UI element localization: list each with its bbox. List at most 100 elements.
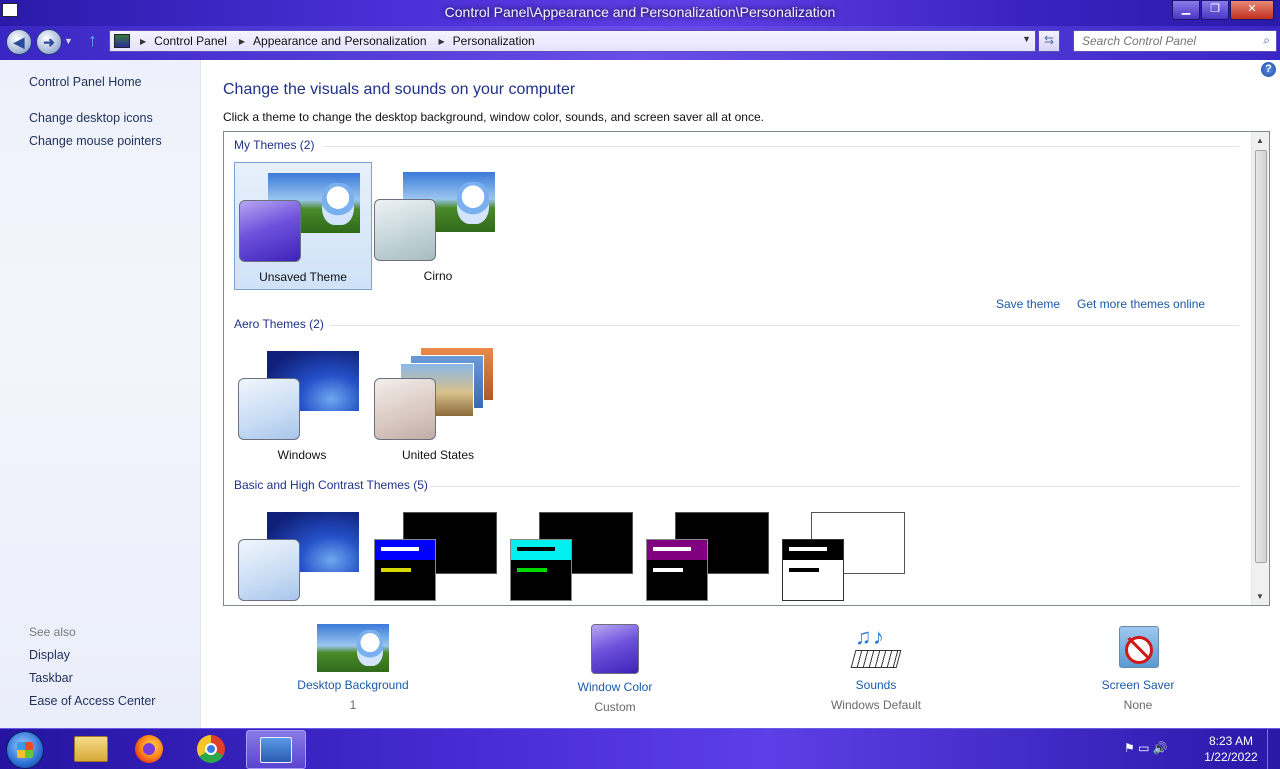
taskbar-explorer[interactable]: [62, 730, 120, 767]
desktop-background-value: 1: [349, 698, 357, 712]
theme-windows-basic[interactable]: [234, 502, 370, 605]
control-panel-home-link[interactable]: Control Panel Home: [29, 75, 142, 89]
scroll-down-icon[interactable]: ▼: [1256, 592, 1264, 601]
desktop-background-icon: [317, 624, 389, 672]
window-color-swatch: [238, 539, 300, 601]
back-button[interactable]: ◀: [6, 29, 32, 55]
theme-windows[interactable]: Windows: [234, 341, 370, 467]
taskbar-link[interactable]: Taskbar: [29, 671, 73, 685]
window-color-swatch: [782, 539, 844, 601]
theme-high-contrast-black[interactable]: [642, 502, 778, 605]
taskbar-control-panel[interactable]: [246, 730, 306, 769]
window-color-swatch: [238, 378, 300, 440]
window-color-icon: [591, 624, 639, 674]
breadcrumb-personalization[interactable]: Personalization: [453, 34, 535, 48]
search-input[interactable]: [1080, 31, 1254, 51]
taskbar-chrome[interactable]: [184, 730, 242, 767]
screen-saver-item[interactable]: Screen Saver None: [1038, 624, 1238, 712]
desktop-background-item[interactable]: Desktop Background 1: [253, 624, 453, 712]
notification-tray[interactable]: ⚑ ▭ 🔊: [1124, 741, 1168, 755]
window-color-swatch: [374, 378, 436, 440]
theme-name: Unsaved Theme: [259, 270, 347, 284]
sounds-link[interactable]: Sounds: [776, 678, 976, 692]
display-link[interactable]: Display: [29, 648, 70, 662]
search-icon[interactable]: ⌕: [1263, 33, 1270, 48]
help-icon[interactable]: ?: [1261, 62, 1276, 77]
window-controls: ▁ ❐ ✕: [1171, 0, 1274, 20]
theme-united-states[interactable]: United States: [370, 341, 506, 467]
sounds-item[interactable]: ♫ ♪ Sounds Windows Default: [776, 624, 976, 712]
window-color-swatch: [646, 539, 708, 601]
show-desktop-button[interactable]: [1267, 729, 1280, 769]
theme-unsaved[interactable]: Unsaved Theme: [234, 162, 372, 290]
theme-cirno[interactable]: Cirno: [370, 162, 506, 288]
theme-name: Windows: [277, 448, 327, 462]
save-theme-link[interactable]: Save theme: [996, 297, 1060, 311]
minimize-button[interactable]: ▁: [1172, 0, 1200, 20]
screen-saver-link[interactable]: Screen Saver: [1038, 678, 1238, 692]
scroll-thumb[interactable]: [1255, 150, 1267, 563]
window-color-link[interactable]: Window Color: [515, 680, 715, 694]
clock[interactable]: 8:23 AM 1/22/2022: [1196, 733, 1266, 765]
theme-name: United States: [401, 448, 475, 462]
breadcrumb-separator-icon[interactable]: ▶: [140, 37, 146, 46]
aero-themes-heading: Aero Themes (2): [234, 317, 324, 331]
breadcrumb-control-panel[interactable]: Control Panel: [154, 34, 227, 48]
screen-saver-icon: [1115, 624, 1161, 672]
clock-date: 1/22/2022: [1204, 750, 1258, 764]
windows-logo-icon: [17, 742, 33, 758]
see-also-heading: See also: [29, 625, 76, 639]
section-divider: [324, 146, 1239, 147]
recent-pages-dropdown[interactable]: ▼: [64, 36, 73, 46]
taskbar-firefox[interactable]: [122, 730, 180, 767]
theme-list[interactable]: My Themes (2) Unsaved Theme Cirno Save t…: [223, 131, 1270, 606]
get-more-themes-link[interactable]: Get more themes online: [1077, 297, 1205, 311]
firefox-icon: [135, 735, 163, 763]
window-color-value: Custom: [594, 700, 636, 714]
chrome-icon: [197, 735, 225, 763]
desktop-background-link[interactable]: Desktop Background: [253, 678, 453, 692]
page-subtitle: Click a theme to change the desktop back…: [223, 110, 764, 124]
clock-time: 8:23 AM: [1208, 734, 1254, 748]
control-panel-icon: [260, 737, 292, 763]
my-themes-heading: My Themes (2): [234, 138, 315, 152]
window-color-swatch: [374, 199, 436, 261]
change-desktop-icons-link[interactable]: Change desktop icons: [29, 111, 153, 125]
ease-of-access-link[interactable]: Ease of Access Center: [29, 694, 155, 708]
page-title: Change the visuals and sounds on your co…: [223, 81, 576, 98]
refresh-button[interactable]: ⇆: [1038, 30, 1060, 52]
breadcrumb-separator-icon[interactable]: ▶: [439, 37, 445, 46]
address-bar[interactable]: ▶ Control Panel ▶ Appearance and Persona…: [109, 30, 1036, 52]
theme-high-contrast-2[interactable]: [506, 502, 642, 605]
search-box[interactable]: ⌕: [1073, 30, 1277, 52]
folder-icon: [74, 736, 108, 762]
control-panel-icon: [114, 34, 130, 48]
window-color-swatch: [239, 200, 301, 262]
window-title: Control Panel\Appearance and Personaliza…: [444, 4, 836, 20]
sounds-icon: ♫ ♪: [850, 624, 902, 672]
section-divider: [430, 486, 1239, 487]
theme-high-contrast-white[interactable]: [778, 502, 914, 605]
window-color-item[interactable]: Window Color Custom: [515, 624, 715, 714]
breadcrumb-appearance[interactable]: Appearance and Personalization: [253, 34, 426, 48]
theme-list-scrollbar[interactable]: ▲ ▼: [1251, 132, 1269, 605]
navigation-bar: ◀ ➜ ▼ ↑ ▶ Control Panel ▶ Appearance and…: [0, 26, 1280, 60]
theme-name: Cirno: [423, 269, 453, 283]
forward-button[interactable]: ➜: [36, 29, 62, 55]
title-bar: Control Panel\Appearance and Personaliza…: [0, 0, 1280, 26]
sounds-value: Windows Default: [830, 698, 922, 712]
taskbar: ⚑ ▭ 🔊 8:23 AM 1/22/2022: [0, 728, 1280, 769]
start-button[interactable]: [6, 731, 44, 769]
scroll-up-icon[interactable]: ▲: [1256, 136, 1264, 145]
maximize-button[interactable]: ❐: [1201, 0, 1229, 20]
screen-saver-value: None: [1123, 698, 1153, 712]
up-arrow-icon[interactable]: ↑: [88, 30, 97, 51]
address-dropdown-icon[interactable]: ▼: [1022, 34, 1031, 44]
window-color-swatch: [510, 539, 572, 601]
window-color-swatch: [374, 539, 436, 601]
left-pane: Control Panel Home Change desktop icons …: [0, 60, 201, 728]
theme-high-contrast-1[interactable]: [370, 502, 506, 605]
breadcrumb-separator-icon[interactable]: ▶: [239, 37, 245, 46]
close-button[interactable]: ✕: [1230, 0, 1274, 20]
change-mouse-pointers-link[interactable]: Change mouse pointers: [29, 134, 162, 148]
